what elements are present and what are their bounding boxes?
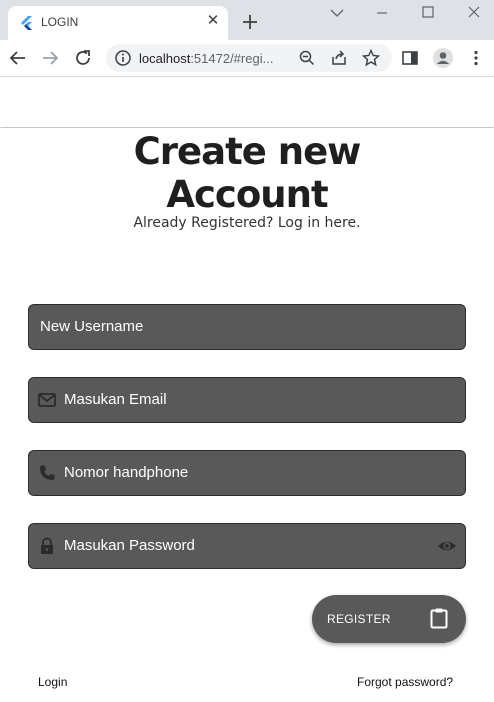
new-tab-icon[interactable]: [240, 12, 260, 32]
bookmark-star-icon[interactable]: [362, 49, 380, 67]
site-info-icon[interactable]: [114, 49, 132, 67]
window-close-icon[interactable]: [459, 2, 489, 24]
phone-field[interactable]: Nomor handphone: [28, 450, 466, 496]
register-page: Create new Account Already Registered? L…: [0, 128, 494, 702]
username-field[interactable]: New Username: [28, 304, 466, 350]
phone-placeholder: Nomor handphone: [64, 464, 189, 481]
browser-tabstrip: LOGIN ✕: [0, 0, 494, 40]
email-field[interactable]: Masukan Email: [28, 377, 466, 423]
minimize-icon[interactable]: [367, 2, 397, 24]
maximize-icon[interactable]: [413, 2, 443, 24]
tab-title: LOGIN: [41, 15, 79, 29]
login-link[interactable]: Login: [38, 675, 67, 689]
clipboard-icon: [430, 608, 448, 629]
url-text[interactable]: localhost:51472/#regi...: [139, 51, 273, 66]
tab-search-chevron-down-icon[interactable]: [322, 2, 352, 24]
forward-arrow-icon[interactable]: [40, 48, 60, 68]
password-placeholder: Masukan Password: [64, 537, 195, 554]
address-bar[interactable]: localhost:51472/#regi...: [106, 44, 392, 72]
browser-toolbar: localhost:51472/#regi...: [0, 40, 494, 77]
reload-icon[interactable]: [73, 48, 93, 68]
url-path: :51472/#regi...: [190, 51, 274, 66]
back-arrow-icon[interactable]: [8, 48, 28, 68]
register-label: REGISTER: [327, 612, 391, 626]
password-field[interactable]: Masukan Password: [28, 523, 466, 569]
eye-icon[interactable]: [437, 536, 457, 556]
username-placeholder: New Username: [40, 318, 144, 335]
flutter-icon: [21, 16, 32, 30]
forgot-password-link[interactable]: Forgot password?: [357, 675, 453, 689]
page-title-line-1: Create new: [133, 130, 362, 173]
login-hint-text[interactable]: Already Registered? Log in here.: [0, 215, 494, 231]
share-icon[interactable]: [330, 49, 348, 67]
lock-icon: [41, 537, 53, 554]
tab-close-icon[interactable]: ✕: [204, 12, 222, 30]
browser-tab[interactable]: LOGIN ✕: [8, 6, 228, 40]
side-panel-icon[interactable]: [400, 48, 420, 68]
page-title: Create new Account: [0, 130, 494, 216]
register-button[interactable]: REGISTER: [312, 595, 466, 643]
more-menu-icon[interactable]: [466, 48, 486, 68]
url-host: localhost: [139, 51, 191, 66]
page-title-line-2: Account: [166, 173, 328, 216]
profile-avatar-icon[interactable]: [432, 47, 454, 69]
zoom-out-icon[interactable]: [298, 49, 316, 67]
phone-icon: [40, 465, 55, 480]
email-placeholder: Masukan Email: [64, 391, 167, 408]
app-bar: [0, 78, 494, 127]
mail-icon: [38, 393, 56, 407]
